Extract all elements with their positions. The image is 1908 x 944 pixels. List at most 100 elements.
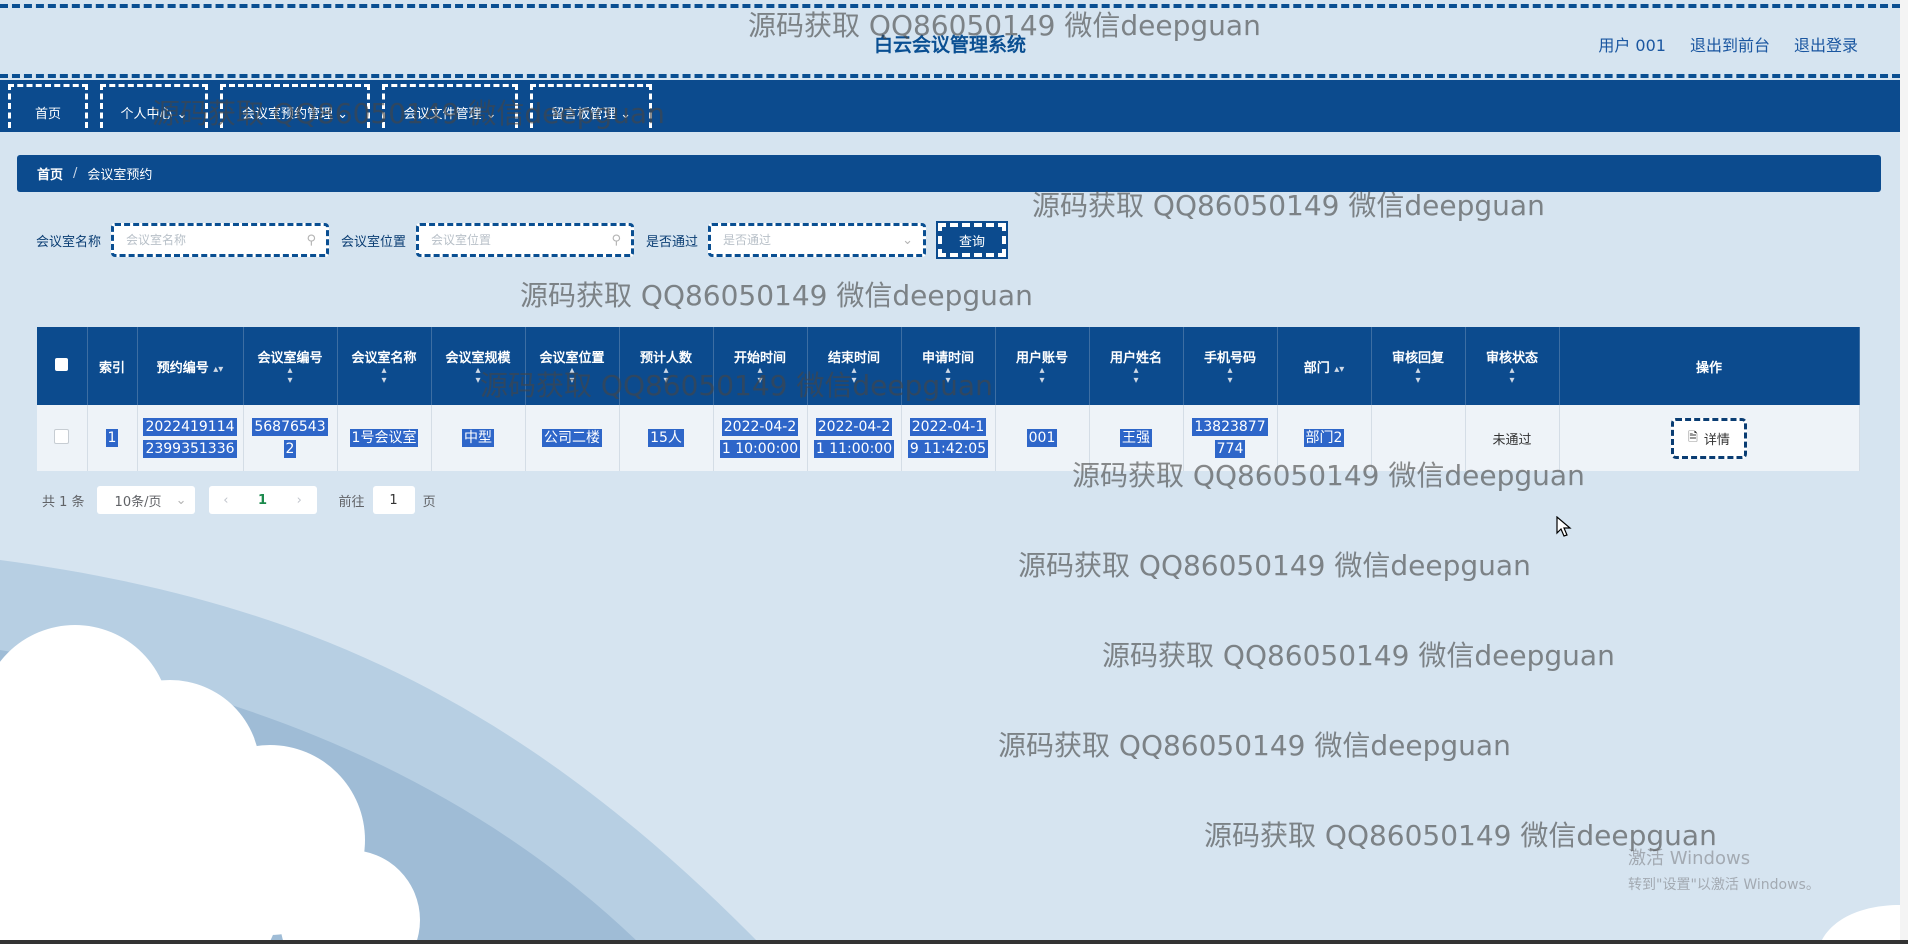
page-size-select[interactable]: 10条/页 ⌄ (96, 486, 195, 514)
sort-icon[interactable]: ▴▾ (808, 365, 901, 386)
col-reply-label: 审核回复 (1391, 350, 1444, 366)
detail-button-label: 详情 (1703, 432, 1730, 448)
page-number-current[interactable]: 1 (258, 493, 267, 508)
cell-apply-time-line1: 2022-04-1 (909, 418, 987, 436)
sort-icon[interactable]: ▴▾ (1184, 365, 1277, 386)
scrollbar-track[interactable] (1900, 0, 1908, 944)
room-location-label: 会议室位置 (341, 234, 407, 250)
prev-page-icon[interactable]: ‹ (223, 493, 228, 508)
col-status[interactable]: 审核状态 ▴ ▾ (1465, 327, 1560, 405)
cell-start-time-line1: 2022-04-2 (721, 418, 799, 436)
cell-phone-line1: 13823877 (1192, 418, 1268, 436)
page-size-value: 10条/页 (114, 494, 162, 510)
cell-room-name: 1号会议室 (337, 405, 432, 471)
col-end-time[interactable]: 结束时间 ▴ ▾ (807, 327, 902, 405)
page-nav: ‹ 1 › (208, 486, 317, 514)
sort-icon[interactable]: ▴▾ (1372, 365, 1465, 386)
breadcrumb-home[interactable]: 首页 (37, 164, 63, 183)
goto-suffix: 页 (422, 494, 436, 510)
sort-icon[interactable]: ▴▾ (213, 364, 223, 375)
room-name-input[interactable] (124, 232, 289, 248)
sort-icon[interactable]: ▴▾ (432, 365, 525, 386)
row-checkbox-cell[interactable] (37, 405, 88, 471)
sort-icon[interactable]: ▴▾ (244, 365, 337, 386)
cell-booking-no: 2022419114 2399351336 (137, 405, 244, 471)
search-form: 会议室名称 ⚲ 会议室位置 ⚲ 是否通过 ⌄ 查询 (36, 221, 1009, 259)
col-start-time-label: 开始时间 (733, 350, 786, 366)
breadcrumb-separator: / (73, 166, 78, 181)
col-phone[interactable]: 手机号码 ▴ ▾ (1183, 327, 1278, 405)
col-actions: 操作 (1559, 327, 1860, 405)
sort-icon[interactable]: ▴▾ (996, 365, 1089, 386)
cell-actions: 🗎 详情 (1559, 405, 1860, 471)
cell-phone-line2: 774 (1214, 440, 1246, 458)
cell-apply-time: 2022-04-1 9 11:42:05 (901, 405, 996, 471)
sort-icon[interactable]: ▴▾ (902, 365, 995, 386)
cell-start-time: 2022-04-2 1 10:00:00 (713, 405, 808, 471)
col-apply-time-label: 申请时间 (921, 350, 974, 366)
search-icon: ⚲ (611, 232, 622, 248)
nav-item-personal-center[interactable]: 个人中心 ⌄ (100, 84, 208, 128)
cell-user-name-value: 王强 (1120, 429, 1152, 447)
sort-icon[interactable]: ▴▾ (526, 365, 619, 386)
cell-index: 1 (87, 405, 138, 471)
col-start-time[interactable]: 开始时间 ▴ ▾ (713, 327, 808, 405)
mouse-cursor-icon (1556, 516, 1572, 537)
col-user-name[interactable]: 用户姓名 ▴ ▾ (1089, 327, 1184, 405)
breadcrumb-current: 会议室预约 (87, 168, 153, 183)
booking-table: 索引 预约编号 ▴▾ 会议室编号 ▴ ▾ 会议室名称 ▴ ▾ 会议室规模 ▴ ▾ 会议室位置… (37, 327, 1860, 471)
approved-select-input[interactable] (721, 232, 886, 248)
col-apply-time[interactable]: 申请时间 ▴ ▾ (901, 327, 996, 405)
next-page-icon[interactable]: › (297, 493, 302, 508)
nav-item-room-booking[interactable]: 会议室预约管理 ⌄ (220, 84, 370, 128)
sort-icon[interactable]: ▴▾ (1090, 365, 1183, 386)
col-room-size[interactable]: 会议室规模 ▴ ▾ (431, 327, 526, 405)
cell-room-location-value: 公司二楼 (542, 429, 602, 447)
nav-item-home[interactable]: 首页 (8, 84, 88, 128)
approved-select[interactable]: ⌄ (708, 223, 927, 257)
breadcrumb: 首页 / 会议室预约 (17, 155, 1881, 192)
pagination-total: 共 1 条 (42, 494, 85, 510)
sort-icon[interactable]: ▴▾ (620, 365, 713, 386)
room-location-input[interactable] (429, 232, 594, 248)
activation-line1: 激活 Windows (1628, 848, 1751, 869)
detail-button[interactable]: 🗎 详情 (1671, 417, 1747, 459)
cell-account: 001 (995, 405, 1090, 471)
col-room-no[interactable]: 会议室编号 ▴ ▾ (243, 327, 338, 405)
sort-icon[interactable]: ▴▾ (714, 365, 807, 386)
select-all-checkbox[interactable] (55, 357, 69, 371)
cell-people: 15人 (619, 405, 714, 471)
sort-icon[interactable]: ▴▾ (338, 365, 431, 386)
cell-apply-time-line2: 9 11:42:05 (907, 440, 989, 458)
col-room-no-label: 会议室编号 (257, 350, 323, 366)
goto-page-input[interactable]: 1 (372, 486, 415, 514)
col-room-location[interactable]: 会议室位置 ▴ ▾ (525, 327, 620, 405)
cell-start-time-line2: 1 10:00:00 (719, 440, 801, 458)
col-department[interactable]: 部门 ▴▾ (1277, 327, 1372, 405)
room-location-field[interactable]: ⚲ (416, 223, 635, 257)
col-booking-no[interactable]: 预约编号 ▴▾ (137, 327, 244, 405)
col-people-label: 预计人数 (639, 350, 692, 366)
cell-room-no-line1: 56876543 (252, 418, 328, 436)
room-name-field[interactable]: ⚲ (111, 223, 330, 257)
col-people[interactable]: 预计人数 ▴ ▾ (619, 327, 714, 405)
nav-item-message-board[interactable]: 留言板管理 ⌄ (530, 84, 652, 128)
sort-icon[interactable]: ▴▾ (1334, 364, 1344, 375)
logout-link[interactable]: 退出登录 (1794, 32, 1858, 56)
select-all-checkbox-cell[interactable] (37, 327, 88, 405)
nav-item-meeting-files[interactable]: 会议文件管理 ⌄ (382, 84, 518, 128)
col-reply[interactable]: 审核回复 ▴ ▾ (1371, 327, 1466, 405)
back-to-frontend-link[interactable]: 退出到前台 (1690, 32, 1770, 56)
query-button[interactable]: 查询 (936, 221, 1009, 259)
pagination: 共 1 条 10条/页 ⌄ ‹ 1 › 前往 1 页 (42, 486, 436, 514)
row-checkbox[interactable] (54, 428, 70, 444)
cell-user-name: 王强 (1089, 405, 1184, 471)
col-room-name[interactable]: 会议室名称 ▴ ▾ (337, 327, 432, 405)
activation-line2: 转到"设置"以激活 Windows。 (1628, 877, 1820, 893)
sort-icon[interactable]: ▴▾ (1466, 365, 1559, 386)
cell-phone: 13823877 774 (1183, 405, 1278, 471)
cell-account-value: 001 (1026, 429, 1058, 447)
windows-activation-notice: 激活 Windows 转到"设置"以激活 Windows。 (1628, 844, 1820, 894)
col-account[interactable]: 用户账号 ▴ ▾ (995, 327, 1090, 405)
current-user-link[interactable]: 用户 001 (1598, 32, 1666, 56)
